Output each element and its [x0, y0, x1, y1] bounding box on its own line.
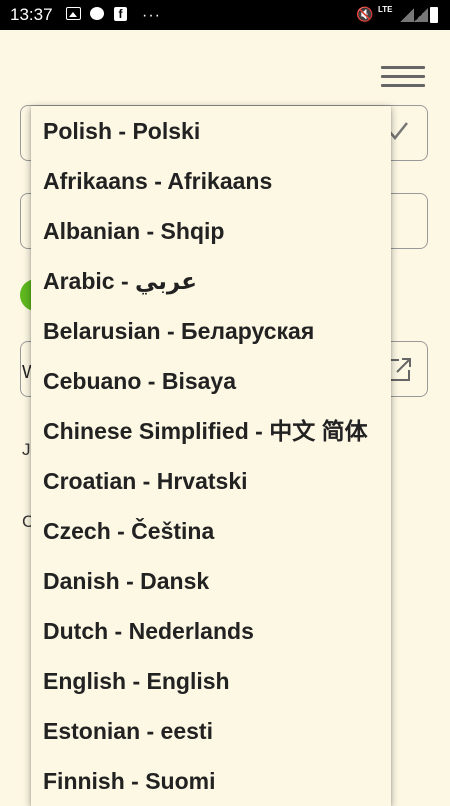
- language-option-czech[interactable]: Czech - Čeština: [31, 506, 391, 556]
- battery-icon: [430, 7, 438, 23]
- language-option-cebuano[interactable]: Cebuano - Bisaya: [31, 356, 391, 406]
- language-option-polish[interactable]: Polish - Polski: [31, 106, 391, 156]
- language-option-estonian[interactable]: Estonian - eesti: [31, 706, 391, 756]
- facebook-icon: f: [114, 7, 127, 21]
- language-option-croatian[interactable]: Croatian - Hrvatski: [31, 456, 391, 506]
- more-dots-icon: ···: [142, 7, 161, 24]
- language-option-chinese-simplified[interactable]: Chinese Simplified - 中文 简体: [31, 406, 391, 456]
- background-text-j: J: [22, 440, 31, 459]
- status-bar: 13:37 f ··· 🔇 LTE: [0, 0, 450, 30]
- signal-icon: [414, 8, 428, 22]
- status-time: 13:37: [10, 5, 53, 24]
- menu-icon[interactable]: [381, 66, 425, 88]
- mute-icon: 🔇: [356, 6, 374, 22]
- language-option-albanian[interactable]: Albanian - Shqip: [31, 206, 391, 256]
- language-option-danish[interactable]: Danish - Dansk: [31, 556, 391, 606]
- language-option-dutch[interactable]: Dutch - Nederlands: [31, 606, 391, 656]
- language-option-belarusian[interactable]: Belarusian - Беларуская: [31, 306, 391, 356]
- language-dropdown[interactable]: Polish - Polski Afrikaans - Afrikaans Al…: [31, 106, 391, 806]
- lte-icon: LTE: [378, 5, 393, 14]
- photo-icon: [66, 7, 81, 20]
- language-option-afrikaans[interactable]: Afrikaans - Afrikaans: [31, 156, 391, 206]
- language-option-arabic[interactable]: Arabic - عربي: [31, 256, 391, 306]
- system-icons: 🔇 LTE: [356, 6, 440, 24]
- language-option-english[interactable]: English - English: [31, 656, 391, 706]
- signal-icon: [400, 8, 414, 22]
- messenger-icon: [90, 7, 104, 20]
- language-option-finnish[interactable]: Finnish - Suomi: [31, 756, 391, 806]
